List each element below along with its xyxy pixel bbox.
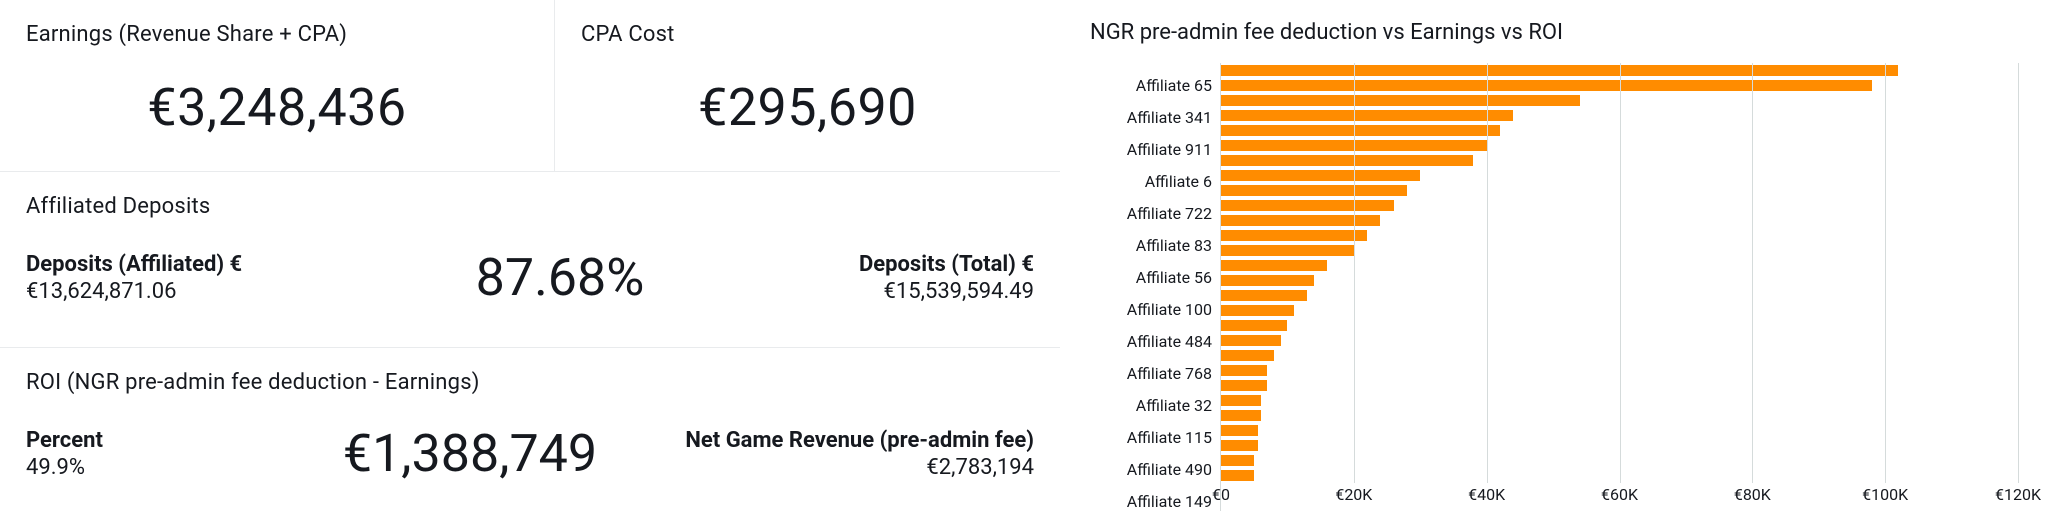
chart-y-tick: Affiliate 911 — [1090, 140, 1212, 159]
chart-y-tick: Affiliate 149 — [1090, 492, 1212, 511]
chart-y-tick — [1090, 255, 1212, 268]
chart-y-tick — [1090, 287, 1212, 300]
chart-bar — [1221, 275, 1314, 286]
chart-y-tick — [1090, 63, 1212, 76]
chart-bar — [1221, 440, 1258, 451]
chart-bar — [1221, 80, 1872, 91]
chart-bar — [1221, 470, 1254, 481]
chart-x-tick: €0 — [1212, 485, 1230, 504]
chart-bar — [1221, 170, 1420, 181]
chart-bar — [1221, 245, 1354, 256]
chart-y-tick: Affiliate 490 — [1090, 460, 1212, 479]
chart-gridline — [2018, 63, 2019, 483]
chart-bar — [1221, 395, 1261, 406]
chart-gridline — [1885, 63, 1886, 483]
earnings-value: €3,248,436 — [26, 77, 528, 138]
chart-y-tick — [1090, 191, 1212, 204]
roi-card: ROI (NGR pre-admin fee deduction - Earni… — [0, 348, 1060, 521]
chart-bar — [1221, 380, 1267, 391]
deposits-title: Affiliated Deposits — [26, 194, 1034, 219]
cpa-value: €295,690 — [581, 77, 1034, 138]
earnings-title: Earnings (Revenue Share + CPA) — [26, 22, 528, 47]
chart-y-tick: Affiliate 56 — [1090, 268, 1212, 287]
roi-ngr-label: Net Game Revenue (pre-admin fee) — [614, 428, 1034, 453]
chart-gridline — [1354, 63, 1355, 483]
chart-bar — [1221, 185, 1407, 196]
roi-percent-value: 49.9% — [26, 455, 326, 480]
chart-x-tick: €40K — [1468, 485, 1505, 504]
earnings-card: Earnings (Revenue Share + CPA) €3,248,43… — [0, 0, 555, 171]
chart-bar — [1221, 155, 1473, 166]
chart-gridline — [1487, 63, 1488, 483]
chart-x-tick: €60K — [1601, 485, 1638, 504]
chart-x-tick: €100K — [1862, 485, 1908, 504]
chart-title: NGR pre-admin fee deduction vs Earnings … — [1090, 20, 2018, 45]
chart-y-tick: Affiliate 6 — [1090, 172, 1212, 191]
roi-title: ROI (NGR pre-admin fee deduction - Earni… — [26, 370, 1034, 395]
chart-x-labels: €0€20K€40K€60K€80K€100K€120K — [1221, 483, 2018, 511]
roi-percent-label: Percent — [26, 428, 326, 453]
chart-bar — [1221, 335, 1281, 346]
chart-bar — [1221, 305, 1294, 316]
chart-y-tick — [1090, 95, 1212, 108]
chart-bar — [1221, 230, 1367, 241]
chart-y-tick — [1090, 223, 1212, 236]
roi-amount: €1,388,749 — [326, 423, 614, 484]
chart-bar — [1221, 410, 1261, 421]
chart-y-tick: Affiliate 65 — [1090, 76, 1212, 95]
chart-bar — [1221, 425, 1258, 436]
chart-bar — [1221, 260, 1327, 271]
chart-bar — [1221, 215, 1380, 226]
chart-x-tick: €80K — [1734, 485, 1771, 504]
deposits-percent: 87.68% — [406, 247, 714, 308]
chart-y-tick: Affiliate 83 — [1090, 236, 1212, 255]
chart-y-tick — [1090, 479, 1212, 492]
chart-y-tick — [1090, 415, 1212, 428]
chart-bar — [1221, 350, 1274, 361]
deposits-affiliated-label: Deposits (Affiliated) € — [26, 252, 406, 277]
chart-plot: €0€20K€40K€60K€80K€100K€120K — [1220, 63, 2018, 511]
chart-bar — [1221, 200, 1394, 211]
chart-y-tick: Affiliate 341 — [1090, 108, 1212, 127]
chart-y-tick: Affiliate 100 — [1090, 300, 1212, 319]
chart-gridline — [1620, 63, 1621, 483]
chart-y-tick: Affiliate 722 — [1090, 204, 1212, 223]
chart-bar — [1221, 290, 1307, 301]
chart-y-tick: Affiliate 32 — [1090, 396, 1212, 415]
chart-y-tick: Affiliate 484 — [1090, 332, 1212, 351]
chart-bar — [1221, 125, 1500, 136]
chart-x-tick: €20K — [1335, 485, 1372, 504]
chart-y-tick — [1090, 447, 1212, 460]
cpa-card: CPA Cost €295,690 — [555, 0, 1060, 171]
chart-gridline — [1752, 63, 1753, 483]
deposits-total-value: €15,539,594.49 — [714, 279, 1034, 304]
roi-ngr-value: €2,783,194 — [614, 455, 1034, 480]
chart-y-tick — [1090, 383, 1212, 396]
deposits-affiliated-value: €13,624,871.06 — [26, 279, 406, 304]
cpa-title: CPA Cost — [581, 22, 1034, 47]
deposits-total-label: Deposits (Total) € — [714, 252, 1034, 277]
chart-y-tick — [1090, 159, 1212, 172]
chart-y-tick — [1090, 351, 1212, 364]
chart-y-tick: Affiliate 115 — [1090, 428, 1212, 447]
chart-x-tick: €120K — [1995, 485, 2041, 504]
chart-bar — [1221, 365, 1267, 376]
chart-bar — [1221, 95, 1580, 106]
chart-bar — [1221, 455, 1254, 466]
chart-bar — [1221, 110, 1513, 121]
chart-panel: NGR pre-admin fee deduction vs Earnings … — [1060, 0, 2048, 521]
deposits-card: Affiliated Deposits Deposits (Affiliated… — [0, 172, 1060, 348]
chart-y-labels: Affiliate 65 Affiliate 341 Affiliate 911 Af… — [1090, 63, 1220, 511]
chart-bar — [1221, 65, 1898, 76]
chart-y-tick — [1090, 127, 1212, 140]
chart-bar — [1221, 320, 1287, 331]
chart-y-tick — [1090, 319, 1212, 332]
chart-y-tick: Affiliate 768 — [1090, 364, 1212, 383]
